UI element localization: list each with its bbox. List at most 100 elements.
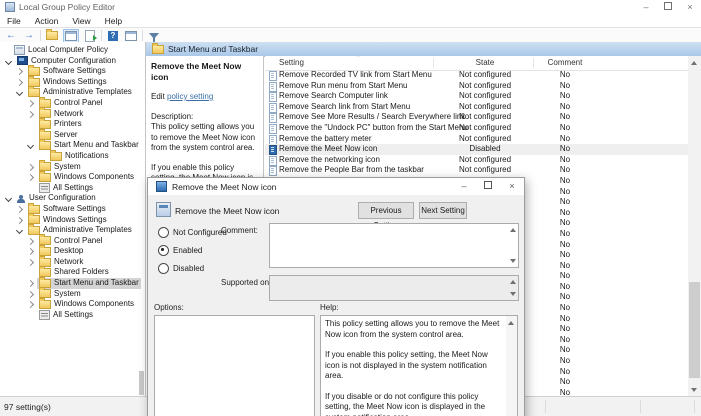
expand-arrow-icon[interactable]	[15, 78, 24, 86]
scroll-up-icon[interactable]	[508, 321, 514, 325]
tree-item-desktop[interactable]: Desktop	[0, 245, 145, 257]
collapse-arrow-icon[interactable]	[4, 195, 13, 203]
help-scrollbar[interactable]	[506, 316, 517, 416]
radio-icon[interactable]	[158, 226, 169, 238]
tree-item-user-configuration[interactable]: User Configuration	[0, 193, 145, 204]
tree-item-administrative-templates[interactable]: Administrative Templates	[0, 86, 145, 98]
radio-option-disabled[interactable]: Disabled	[158, 259, 227, 277]
list-row-remove-search-computer-link[interactable]: Remove Search Computer link Not configure…	[265, 91, 688, 103]
menu-action[interactable]: Action	[28, 16, 66, 26]
next-setting-button[interactable]: Next Setting	[419, 202, 467, 219]
help-icon[interactable]: ?	[106, 30, 120, 42]
tree-item-all-settings[interactable]: All Settings	[0, 310, 145, 321]
tree-item-system[interactable]: System	[0, 287, 145, 300]
list-scrollbar[interactable]	[688, 56, 701, 397]
tree-item-start-menu-and-taskbar[interactable]: Start Menu and Taskbar	[0, 139, 145, 151]
tree-item-control-panel[interactable]: Control Panel	[0, 96, 145, 109]
export-list-icon[interactable]	[83, 29, 97, 42]
tree-item-label: Start Menu and Taskbar	[54, 140, 139, 150]
expand-arrow-icon[interactable]	[15, 216, 24, 224]
previous-setting-button[interactable]: Previous Setting	[358, 202, 414, 230]
expand-arrow-icon[interactable]	[26, 174, 35, 182]
expand-arrow-icon[interactable]	[26, 301, 35, 309]
column-header-state[interactable]: State	[435, 58, 535, 67]
expand-arrow-icon[interactable]	[26, 110, 35, 118]
radio-icon[interactable]	[158, 244, 169, 256]
close-button[interactable]: ×	[679, 0, 701, 14]
show-console-tree-icon[interactable]	[63, 28, 79, 43]
menu-file[interactable]: File	[0, 16, 28, 26]
cell-comment: No	[559, 356, 571, 366]
tree-item-notifications[interactable]: Notifications	[0, 149, 145, 162]
tree-item-windows-components[interactable]: Windows Components	[0, 170, 145, 183]
collapse-arrow-icon[interactable]	[15, 89, 24, 97]
list-header: Setting ^ State Comment	[265, 56, 688, 71]
up-one-level-icon[interactable]	[45, 29, 59, 42]
policy-setting-link[interactable]: policy setting	[167, 92, 213, 101]
filter-icon[interactable]	[147, 30, 161, 44]
tree-item-all-settings[interactable]: All Settings	[0, 183, 145, 194]
dialog-close-button[interactable]: ×	[500, 178, 524, 195]
tree-item-start-menu-and-taskbar[interactable]: Start Menu and Taskbar	[0, 276, 145, 289]
tree-item-computer-configuration[interactable]: Computer Configuration	[0, 56, 145, 67]
forward-icon[interactable]: →	[22, 30, 36, 42]
tree-scrollbar-thumb[interactable]	[139, 371, 144, 395]
expand-arrow-icon[interactable]	[26, 290, 35, 298]
list-row-remove-the-undock-pc-button-from-the-start-menu[interactable]: Remove the "Undock PC" button from the S…	[265, 123, 688, 134]
console-window-icon[interactable]	[124, 30, 138, 42]
comment-textarea[interactable]	[269, 223, 519, 268]
collapse-arrow-icon[interactable]	[26, 142, 35, 150]
tree-item-local-computer-policy[interactable]: Local Computer Policy	[0, 45, 145, 56]
expand-arrow-icon[interactable]	[26, 99, 35, 108]
expand-arrow-icon[interactable]	[26, 258, 35, 266]
dialog-maximize-button[interactable]	[476, 178, 500, 195]
scroll-up-icon[interactable]	[510, 228, 516, 232]
tree-item-server[interactable]: Server	[0, 128, 145, 141]
tree-item-network[interactable]: Network	[0, 107, 145, 120]
tree-item-printers[interactable]: Printers	[0, 117, 145, 130]
tree-item-administrative-templates[interactable]: Administrative Templates	[0, 223, 145, 236]
radio-icon[interactable]	[158, 262, 169, 274]
tree-item-software-settings[interactable]: Software Settings	[0, 64, 145, 77]
list-row-remove-the-meet-now-icon[interactable]: Remove the Meet Now icon Disabled No	[265, 144, 688, 156]
list-row-remove-run-menu-from-start-menu[interactable]: Remove Run menu from Start Menu Not confi…	[265, 81, 688, 92]
expand-arrow-icon[interactable]	[26, 163, 35, 171]
list-row-remove-search-link-from-start-menu[interactable]: Remove Search link from Start Menu Not co…	[265, 102, 688, 113]
expand-arrow-icon[interactable]	[26, 280, 35, 288]
collapse-arrow-icon[interactable]	[15, 227, 24, 235]
maximize-button[interactable]	[657, 0, 679, 14]
radio-option-enabled[interactable]: Enabled	[158, 241, 227, 259]
expand-arrow-icon[interactable]	[26, 248, 35, 256]
expand-arrow-icon[interactable]	[26, 237, 35, 245]
list-row-remove-the-people-bar-from-the-taskbar[interactable]: Remove the People Bar from the taskbar No…	[265, 165, 688, 177]
list-row-remove-the-battery-meter[interactable]: Remove the battery meter Not configured No	[265, 134, 688, 145]
list-row-remove-recorded-tv-link-from-start-menu[interactable]: Remove Recorded TV link from Start Menu N…	[265, 70, 688, 81]
tree-item-system[interactable]: System	[0, 160, 145, 173]
scroll-up-icon[interactable]	[691, 61, 697, 65]
back-icon[interactable]: ←	[4, 30, 18, 42]
minimize-button[interactable]: –	[635, 0, 657, 14]
menu-help[interactable]: Help	[98, 16, 129, 26]
tree-item-windows-components[interactable]: Windows Components	[0, 298, 145, 310]
list-row-remove-the-networking-icon[interactable]: Remove the networking icon Not configured…	[265, 155, 688, 166]
tree-item-windows-settings[interactable]: Windows Settings	[0, 213, 145, 226]
scrollbar-thumb[interactable]	[689, 282, 700, 378]
scroll-down-icon[interactable]	[510, 259, 516, 263]
tree-item-control-panel[interactable]: Control Panel	[0, 234, 145, 247]
cell-comment: No	[559, 70, 571, 79]
collapse-arrow-icon[interactable]	[4, 57, 13, 65]
expand-arrow-icon[interactable]	[15, 205, 24, 213]
scroll-down-icon[interactable]	[691, 388, 697, 392]
tree-item-windows-settings[interactable]: Windows Settings	[0, 75, 145, 88]
help-box[interactable]: This policy setting allows you to remove…	[320, 315, 518, 416]
tree-item-shared-folders[interactable]: Shared Folders	[0, 266, 145, 278]
tree-item-software-settings[interactable]: Software Settings	[0, 202, 145, 215]
list-row-remove-see-more-results-search-everywhere-link[interactable]: Remove See More Results / Search Everywh…	[265, 112, 688, 124]
column-header-setting[interactable]: Setting	[279, 58, 304, 67]
column-header-comment[interactable]: Comment	[535, 58, 595, 67]
radio-option-not-configured[interactable]: Not Configured	[158, 223, 227, 241]
expand-arrow-icon[interactable]	[15, 68, 24, 76]
menu-view[interactable]: View	[65, 16, 97, 26]
dialog-minimize-button[interactable]: –	[452, 178, 476, 195]
tree-item-network[interactable]: Network	[0, 255, 145, 268]
